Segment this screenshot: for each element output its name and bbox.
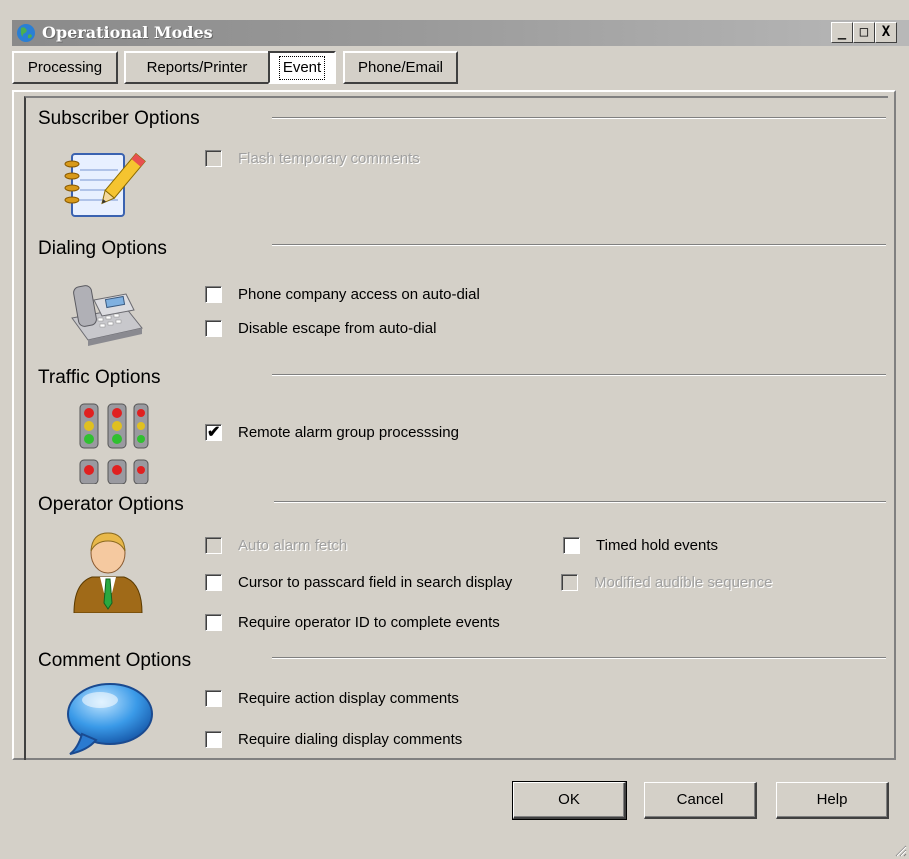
checkbox-label: Flash temporary comments (238, 150, 420, 167)
comment-options-heading: Comment Options (38, 650, 192, 671)
flash-temporary-comments-checkbox[interactable]: Flash temporary comments (205, 150, 420, 167)
tab-event-label: Event (278, 56, 326, 80)
require-dialing-display-comments-checkbox[interactable]: Require dialing display comments (205, 731, 462, 748)
checkbox-box (205, 574, 222, 591)
minimize-button[interactable]: _ (831, 22, 853, 43)
operator-person-icon (73, 532, 143, 613)
dialing-options-divider (272, 244, 886, 246)
window-title: Operational Modes (42, 23, 213, 42)
help-button[interactable]: Help (776, 782, 889, 819)
subscriber-options-divider (272, 117, 886, 119)
checkbox-box (205, 731, 222, 748)
traffic-options-heading: Traffic Options (38, 367, 161, 388)
checkbox-label: Remote alarm group processsing (238, 424, 459, 441)
checkbox-label: Disable escape from auto-dial (238, 320, 437, 337)
checkbox-box (563, 537, 580, 554)
tab-event[interactable]: Event (268, 51, 336, 84)
title-bar: Operational Modes _ □ X (0, 0, 909, 48)
modified-audible-sequence-checkbox[interactable]: Modified audible sequence (561, 574, 772, 591)
traffic-lights-icon (79, 403, 149, 484)
speech-bubble-icon (67, 683, 153, 755)
checkbox-label: Phone company access on auto-dial (238, 286, 480, 303)
checkbox-label: Require action display comments (238, 690, 459, 707)
checkbox-label: Auto alarm fetch (238, 537, 348, 554)
checkbox-label: Modified audible sequence (594, 574, 773, 591)
tab-phone-email[interactable]: Phone/Email (343, 51, 458, 84)
auto-alarm-fetch-checkbox[interactable]: Auto alarm fetch (205, 537, 347, 554)
checkbox-box (205, 150, 222, 167)
notepad-pencil-icon (64, 152, 146, 217)
dialing-options-heading: Dialing Options (38, 238, 167, 259)
close-button[interactable]: X (875, 22, 897, 43)
cursor-to-passcard-checkbox[interactable]: Cursor to passcard field in search displ… (205, 574, 512, 591)
checkbox-box (205, 286, 222, 303)
checkbox-label: Require operator ID to complete events (238, 614, 500, 631)
operator-options-divider (274, 501, 886, 503)
comment-options-divider (272, 657, 886, 659)
operator-options-heading: Operator Options (38, 494, 184, 515)
globe-icon (17, 24, 35, 42)
checkbox-box (205, 537, 222, 554)
checkbox-box: ✔ (205, 424, 222, 441)
checkbox-label: Timed hold events (596, 537, 719, 554)
checkbox-box (205, 320, 222, 337)
maximize-button[interactable]: □ (853, 22, 875, 43)
telephone-icon (71, 285, 143, 346)
resize-grip-icon[interactable] (893, 843, 907, 857)
remote-alarm-group-checkbox[interactable]: ✔ Remote alarm group processsing (205, 424, 459, 441)
disable-escape-checkbox[interactable]: Disable escape from auto-dial (205, 320, 436, 337)
checkbox-box (205, 614, 222, 631)
checkbox-label: Cursor to passcard field in search displ… (238, 574, 513, 591)
check-mark-icon: ✔ (207, 424, 221, 441)
cancel-button[interactable]: Cancel (644, 782, 757, 819)
checkbox-box (205, 690, 222, 707)
tab-reports-printer[interactable]: Reports/Printer (124, 51, 270, 84)
title-bar-strip[interactable]: Operational Modes _ □ X (12, 20, 909, 46)
ok-button[interactable]: OK (512, 781, 627, 820)
checkbox-box (561, 574, 578, 591)
subscriber-options-heading: Subscriber Options (38, 108, 200, 129)
require-action-display-comments-checkbox[interactable]: Require action display comments (205, 690, 459, 707)
traffic-options-divider (272, 374, 886, 376)
checkbox-label: Require dialing display comments (238, 731, 463, 748)
phone-company-access-checkbox[interactable]: Phone company access on auto-dial (205, 286, 480, 303)
tab-processing[interactable]: Processing (12, 51, 118, 84)
timed-hold-events-checkbox[interactable]: Timed hold events (563, 537, 718, 554)
require-operator-id-checkbox[interactable]: Require operator ID to complete events (205, 614, 500, 631)
